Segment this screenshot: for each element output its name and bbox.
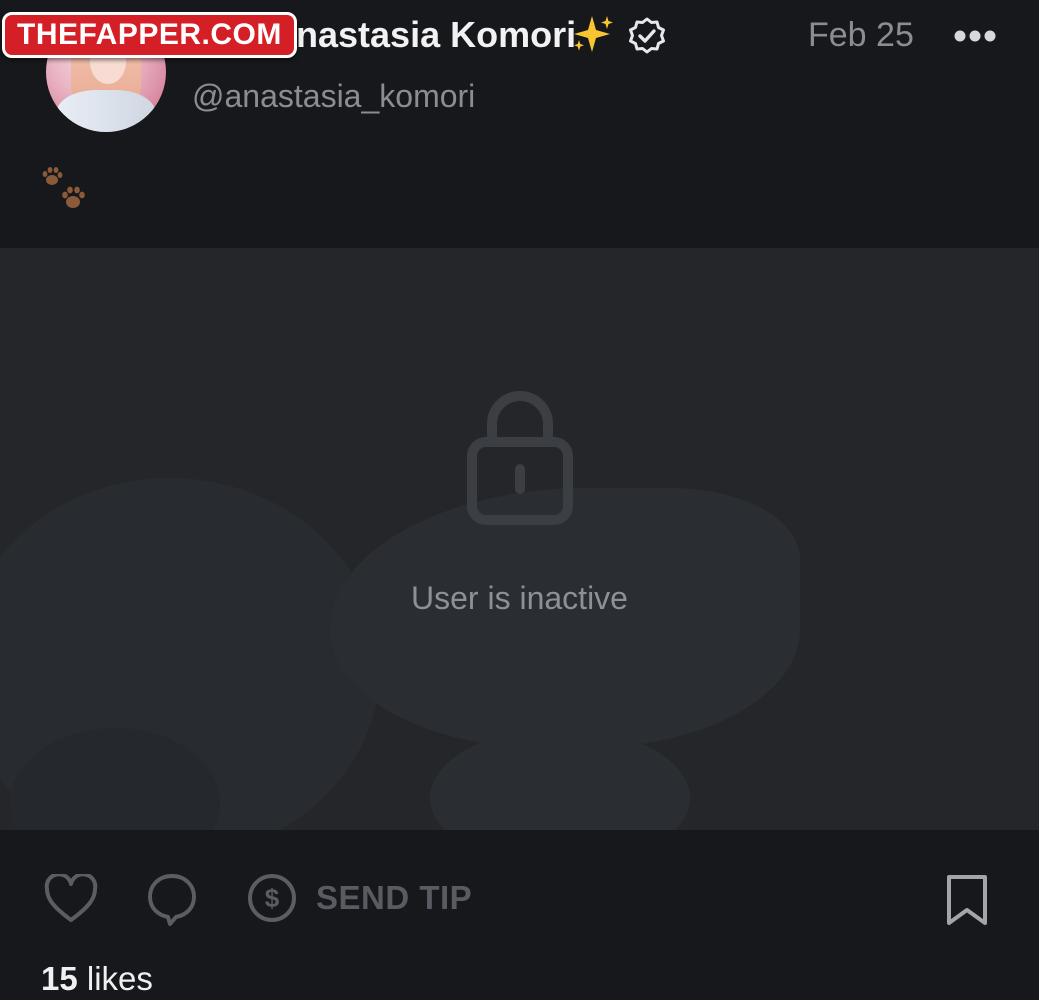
post-card: THEFAPPER.COM Anastasia Komori Feb 25 @a… — [0, 0, 1039, 1000]
likes-number: 15 — [41, 960, 78, 997]
post-date: Feb 25 — [808, 16, 914, 54]
verified-badge-icon — [629, 17, 665, 54]
sparkles-icon — [574, 16, 613, 52]
avatar-shirt — [56, 90, 156, 132]
author-display-name[interactable]: Anastasia Komori — [270, 14, 576, 56]
likes-label: likes — [86, 960, 153, 997]
author-username[interactable]: @anastasia_komori — [192, 78, 475, 115]
blurred-background-shape — [330, 488, 800, 748]
bookmark-icon[interactable] — [944, 872, 990, 928]
comment-bubble-icon[interactable] — [146, 872, 198, 926]
media-status-text: User is inactive — [411, 580, 628, 616]
heart-icon[interactable] — [44, 874, 98, 924]
blurred-background-shape — [430, 728, 690, 830]
more-options-icon[interactable] — [953, 27, 997, 45]
paw-prints-icon — [42, 167, 85, 208]
locked-media: User is inactive — [0, 248, 1039, 830]
svg-text:$: $ — [265, 883, 280, 913]
post-header: THEFAPPER.COM Anastasia Komori Feb 25 @a… — [0, 0, 1039, 248]
send-tip-label: SEND TIP — [316, 879, 473, 916]
lock-icon — [467, 391, 573, 525]
watermark-logo: THEFAPPER.COM — [2, 12, 297, 58]
post-actions: $ SEND TIP 15 likes — [0, 830, 1039, 1000]
likes-count[interactable]: 15 likes — [41, 960, 153, 998]
dollar-circle-icon: $ — [248, 874, 296, 922]
send-tip-button[interactable]: $ SEND TIP — [246, 870, 472, 926]
